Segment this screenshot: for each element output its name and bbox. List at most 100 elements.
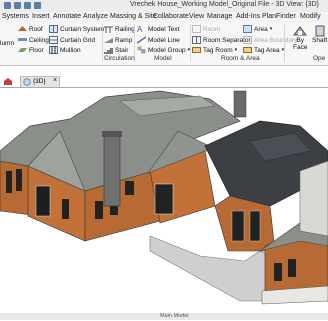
- curtain-system-button[interactable]: Curtain System: [49, 25, 104, 33]
- chimney: [103, 135, 121, 207]
- ramp-icon: [104, 38, 113, 43]
- face-label: Face: [293, 44, 308, 51]
- room-icon: [192, 25, 201, 33]
- tab-analyze[interactable]: Analyze: [83, 13, 108, 20]
- area-boundary-button[interactable]: Area Boundary: [243, 36, 297, 44]
- open-icon[interactable]: [4, 2, 11, 9]
- window: [95, 201, 103, 219]
- model-text-label: Model Text: [148, 25, 180, 33]
- curtain-grid-button[interactable]: Curtain Grid: [49, 36, 95, 44]
- model-line-label: Model Line: [148, 36, 180, 44]
- shaft-button[interactable]: Shaft: [312, 25, 327, 44]
- tab-insert[interactable]: Insert: [32, 13, 50, 20]
- curtain-system-icon: [49, 25, 58, 33]
- view-tab-label: {3D}: [33, 78, 46, 85]
- area-icon: [243, 25, 252, 33]
- quick-access-toolbar[interactable]: [4, 2, 41, 9]
- mullion-icon: [49, 46, 58, 54]
- ceiling-button[interactable]: Ceiling: [18, 36, 49, 44]
- curtain-grid-icon: [49, 36, 58, 44]
- model-line-button[interactable]: Model Line: [137, 36, 180, 44]
- window-title: Vrechek House_Working Model_Original Fil…: [130, 1, 319, 8]
- tab-planfinder[interactable]: PlanFinder: [262, 13, 296, 20]
- undo-icon[interactable]: [24, 2, 31, 9]
- tag-room-button[interactable]: Tag Room ▾: [192, 46, 237, 54]
- model-text-button[interactable]: A Model Text: [137, 25, 179, 33]
- 3d-view-icon: [23, 78, 31, 86]
- model-group-label: Model Group: [148, 46, 186, 54]
- window: [6, 171, 12, 193]
- 3d-viewport[interactable]: [0, 87, 328, 321]
- group-label-room-area: Room & Area: [221, 55, 260, 62]
- area-boundary-icon: [243, 36, 252, 44]
- center-window: [154, 183, 174, 215]
- by-face-label: By: [296, 37, 305, 44]
- tag-area-button[interactable]: Tag Area ▾: [243, 46, 284, 54]
- house-model-render: [0, 90, 328, 305]
- status-text: Main Model: [160, 313, 189, 319]
- tab-collaborate[interactable]: Collaborate: [153, 13, 189, 20]
- stair-button[interactable]: Stair: [104, 46, 128, 54]
- railing-button[interactable]: Railing: [104, 25, 135, 33]
- room-button[interactable]: Room: [192, 25, 220, 33]
- group-label-circulation: Circulation: [104, 55, 135, 62]
- svg-text:A: A: [137, 25, 143, 33]
- tag-area-icon: [243, 47, 252, 53]
- redo-icon[interactable]: [34, 2, 41, 9]
- status-bar: Main Model: [0, 313, 328, 320]
- area-button[interactable]: Area ▾: [243, 25, 272, 33]
- tag-room-dropdown-icon[interactable]: ▾: [235, 47, 238, 53]
- chimney-cap: [102, 131, 122, 137]
- ramp-label: Ramp: [115, 36, 133, 44]
- close-tab-icon[interactable]: ×: [53, 77, 57, 84]
- column-label: lumn: [0, 40, 15, 47]
- model-group-icon: [137, 46, 146, 54]
- by-face-button[interactable]: By Face: [293, 25, 307, 51]
- right-gable: [299, 160, 328, 237]
- tab-add-ins[interactable]: Add-Ins: [236, 13, 260, 20]
- floor-button[interactable]: Floor: [18, 46, 44, 54]
- window: [231, 210, 245, 242]
- tab-systems[interactable]: Systems: [2, 13, 29, 20]
- model-text-icon: A: [137, 25, 143, 33]
- model-group-button[interactable]: Model Group ▾: [137, 46, 190, 54]
- ribbon-separator: [190, 24, 191, 62]
- column-button[interactable]: lumn: [0, 40, 14, 47]
- tab-view[interactable]: View: [189, 13, 204, 20]
- area-dropdown-icon[interactable]: ▾: [270, 26, 273, 32]
- tab-annotate[interactable]: Annotate: [53, 13, 81, 20]
- mullion-label: Mullion: [60, 46, 81, 54]
- home-icon[interactable]: [3, 77, 13, 86]
- roof-icon: [18, 26, 27, 31]
- railing-icon: [104, 26, 113, 33]
- tag-area-label: Tag Area: [254, 46, 280, 54]
- ribbon-separator: [102, 24, 103, 62]
- shaft-icon: [315, 25, 325, 37]
- room-separator-button[interactable]: Room Separator: [192, 36, 251, 44]
- save-icon[interactable]: [14, 2, 21, 9]
- curtain-system-label: Curtain System: [60, 25, 105, 33]
- stair-label: Stair: [115, 46, 129, 54]
- tab-manage[interactable]: Manage: [207, 13, 232, 20]
- group-label-model: Model: [154, 55, 172, 62]
- tab-modify[interactable]: Modify: [300, 13, 321, 20]
- room-separator-icon: [192, 36, 201, 44]
- group-label-opening: Ope: [313, 55, 326, 62]
- model-line-icon: [137, 36, 146, 44]
- roof-button[interactable]: Roof: [18, 25, 43, 33]
- mullion-button[interactable]: Mullion: [49, 46, 81, 54]
- ceiling-icon: [18, 38, 27, 41]
- entry-door: [35, 185, 51, 217]
- tag-room-label: Tag Room: [203, 46, 233, 54]
- window: [16, 169, 22, 191]
- curtain-grid-label: Curtain Grid: [60, 36, 96, 44]
- chimney-right: [233, 90, 247, 118]
- ribbon-panel: lumn Roof Ceiling Floor Curtain System C…: [0, 23, 328, 66]
- tab-massing-site[interactable]: Massing & Site: [110, 13, 157, 20]
- railing-label: Railing: [115, 25, 135, 33]
- area-boundary-label: Area Boundary: [254, 36, 298, 44]
- ramp-button[interactable]: Ramp: [104, 36, 132, 44]
- ribbon-separator: [284, 24, 285, 62]
- shaft-label: Shaft: [312, 37, 328, 44]
- window: [125, 181, 134, 195]
